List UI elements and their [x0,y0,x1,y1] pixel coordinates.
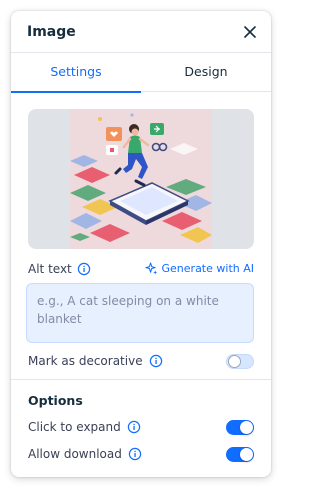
allow-download-label: Allow download [28,447,122,461]
active-tab-indicator [11,91,141,93]
allow-download-label-row: Allow download [28,447,142,461]
panel-header: Image [11,11,271,53]
tab-bar: Settings Design [11,53,271,93]
alt-text-label-row: Alt text [28,262,91,276]
info-icon[interactable] [77,262,91,276]
toggle-knob [228,355,241,368]
info-icon[interactable] [127,420,141,434]
click-to-expand-label-row: Click to expand [28,420,141,434]
section-divider [11,379,271,380]
image-preview-illustration [70,109,212,249]
info-icon[interactable] [128,447,142,461]
click-to-expand-label: Click to expand [28,420,121,434]
tab-design-label: Design [184,64,228,79]
toggle-knob [240,448,253,461]
mark-decorative-label-row: Mark as decorative [28,354,163,368]
mark-decorative-toggle[interactable] [226,354,254,369]
image-settings-panel: Image Settings Design Alt text Generate … [11,11,271,477]
panel-title: Image [27,24,76,40]
mark-decorative-label: Mark as decorative [28,354,143,368]
generate-with-ai-button[interactable]: Generate with AI [144,262,254,275]
info-icon[interactable] [149,354,163,368]
allow-download-toggle[interactable] [226,447,254,462]
image-preview[interactable] [28,109,254,249]
close-icon[interactable] [242,24,258,40]
tab-design[interactable]: Design [141,53,271,92]
sparkle-icon [144,262,157,275]
options-title: Options [28,393,83,408]
generate-with-ai-label: Generate with AI [161,262,254,275]
click-to-expand-toggle[interactable] [226,420,254,435]
toggle-knob [240,421,253,434]
tab-settings[interactable]: Settings [11,53,141,93]
tab-settings-label: Settings [50,64,102,79]
alt-text-input[interactable] [26,283,254,343]
alt-text-label: Alt text [28,262,72,276]
